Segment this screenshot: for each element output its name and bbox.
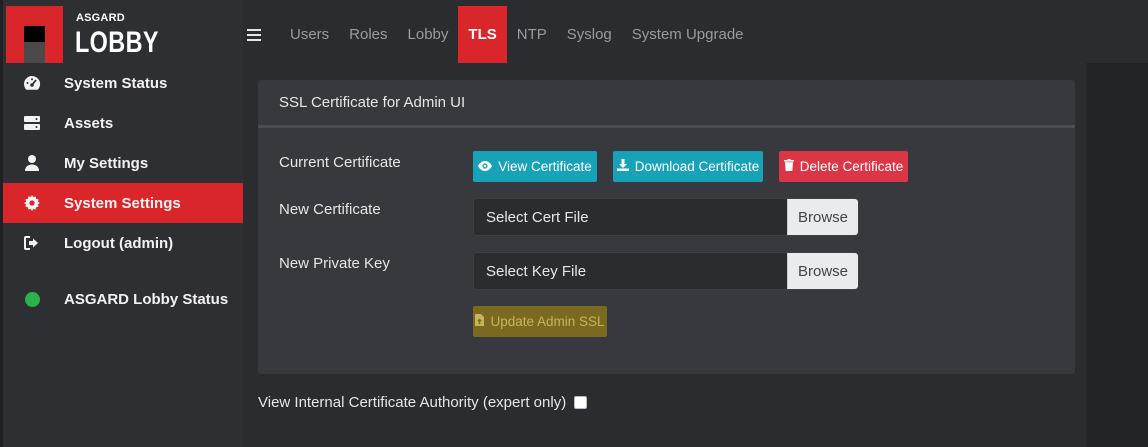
tab-syslog[interactable]: Syslog: [557, 6, 622, 63]
sidebar-item-system-settings[interactable]: System Settings: [3, 183, 243, 223]
sidebar-nav: System Status Assets My Settings System …: [3, 63, 243, 319]
cert-file-input[interactable]: Select Cert File Browse: [473, 198, 859, 236]
update-admin-ssl-label: Update Admin SSL: [490, 314, 605, 329]
key-browse-button[interactable]: Browse: [787, 253, 858, 289]
download-certificate-button[interactable]: Download Certificate: [613, 151, 763, 182]
top-nav: Users Roles Lobby TLS NTP Syslog System …: [243, 6, 1148, 63]
tab-lobby[interactable]: Lobby: [398, 6, 459, 63]
trash-icon: [783, 159, 794, 174]
sidebar-item-label: System Settings: [64, 194, 181, 212]
status-indicator-icon: [23, 290, 41, 308]
logo-text-small: ASGARD: [76, 12, 125, 24]
right-gutter: [1086, 63, 1148, 447]
sidebar-item-label: Assets: [64, 114, 114, 132]
view-certificate-label: View Certificate: [498, 159, 592, 174]
tab-tls[interactable]: TLS: [458, 6, 507, 63]
sidebar: ASGARD LOBBY System Status Assets My Set…: [0, 0, 243, 447]
sidebar-item-lobby-status[interactable]: ASGARD Lobby Status: [3, 279, 243, 319]
tab-roles[interactable]: Roles: [339, 6, 397, 63]
sidebar-item-assets[interactable]: Assets: [3, 103, 243, 143]
key-file-input[interactable]: Select Key File Browse: [473, 252, 859, 290]
cert-browse-button[interactable]: Browse: [787, 199, 858, 235]
download-certificate-label: Download Certificate: [634, 159, 760, 174]
new-certificate-label: New Certificate: [279, 201, 381, 218]
logo-text-big: LOBBY: [75, 26, 159, 59]
menu-toggle-icon[interactable]: [247, 28, 261, 41]
file-upload-icon: [475, 314, 485, 329]
user-icon: [23, 154, 41, 172]
sidebar-item-label: Logout (admin): [64, 234, 174, 252]
internal-ca-toggle-row: View Internal Certificate Authority (exp…: [258, 394, 588, 411]
app-root: ASGARD LOBBY System Status Assets My Set…: [0, 0, 1148, 447]
internal-ca-label: View Internal Certificate Authority (exp…: [258, 394, 567, 411]
tachometer-icon: [23, 74, 41, 92]
delete-certificate-button[interactable]: Delete Certificate: [779, 151, 908, 182]
asgard-lobby-logo[interactable]: ASGARD LOBBY: [6, 6, 158, 63]
sidebar-item-logout[interactable]: Logout (admin): [3, 223, 243, 263]
card-title: SSL Certificate for Admin UI: [258, 80, 1075, 128]
cert-file-placeholder: Select Cert File: [486, 208, 589, 226]
sidebar-item-label: System Status: [64, 74, 168, 92]
new-private-key-label: New Private Key: [279, 255, 390, 272]
logo-mark: [6, 6, 63, 63]
update-admin-ssl-button[interactable]: Update Admin SSL: [473, 306, 607, 337]
internal-ca-checkbox[interactable]: [574, 396, 588, 409]
download-icon: [616, 159, 629, 174]
tab-system-upgrade[interactable]: System Upgrade: [622, 6, 754, 63]
sidebar-item-system-status[interactable]: System Status: [3, 63, 243, 103]
gear-icon: [23, 194, 41, 212]
sidebar-item-label: ASGARD Lobby Status: [64, 290, 229, 308]
ssl-certificate-card: SSL Certificate for Admin UI Current Cer…: [258, 80, 1075, 374]
tab-users[interactable]: Users: [280, 6, 339, 63]
view-certificate-button[interactable]: View Certificate: [473, 151, 597, 182]
sign-out-icon: [23, 234, 41, 252]
key-file-placeholder: Select Key File: [486, 262, 587, 280]
eye-icon: [478, 159, 493, 174]
server-icon: [23, 114, 41, 132]
sidebar-item-label: My Settings: [64, 154, 149, 172]
sidebar-item-my-settings[interactable]: My Settings: [3, 143, 243, 183]
current-certificate-label: Current Certificate: [279, 154, 401, 171]
tab-ntp[interactable]: NTP: [507, 6, 557, 63]
delete-certificate-label: Delete Certificate: [799, 159, 904, 174]
